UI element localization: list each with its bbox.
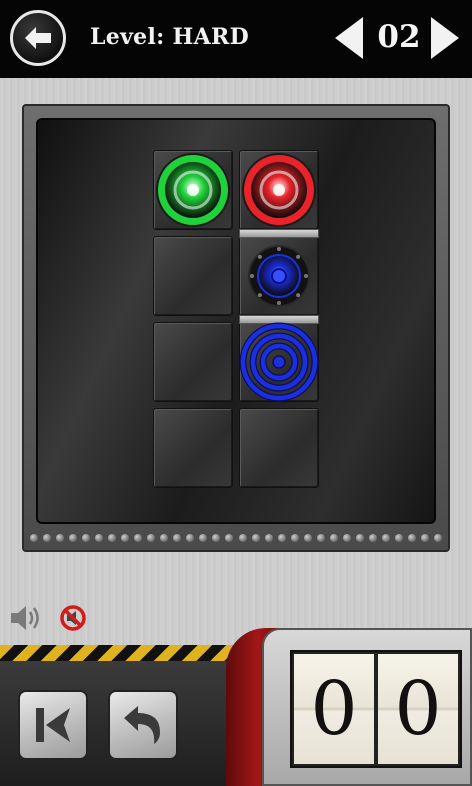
blue-ball-piece[interactable] (239, 236, 319, 316)
rivet (108, 534, 117, 542)
rivet (212, 534, 221, 542)
rivet (355, 534, 364, 542)
rivet (251, 534, 260, 542)
bottom-control-strip (0, 661, 240, 786)
rivet (160, 534, 169, 542)
rivet (381, 534, 390, 542)
glowing-ring-piece[interactable] (239, 150, 319, 230)
glowing-ring-piece[interactable] (153, 150, 233, 230)
rivet (433, 534, 442, 542)
counter-digit-ones: 0 (378, 654, 458, 764)
rivet (134, 534, 143, 542)
no-sound-icon[interactable] (58, 603, 88, 633)
rivet-strip (30, 532, 442, 544)
rivet (277, 534, 286, 542)
board-tile[interactable] (239, 408, 319, 488)
game-board (36, 118, 436, 524)
rivet (43, 534, 52, 542)
rivet (199, 534, 208, 542)
rivet (342, 534, 351, 542)
rivet (82, 534, 91, 542)
rivet (186, 534, 195, 542)
rivet (238, 534, 247, 542)
rivet (173, 534, 182, 542)
rivet (368, 534, 377, 542)
move-counter: 0 0 (262, 628, 472, 786)
rivet (420, 534, 429, 542)
rivet (303, 534, 312, 542)
hazard-stripe (0, 645, 240, 661)
restart-icon (36, 708, 70, 742)
level-label: Level: HARD (90, 24, 249, 50)
restart-button[interactable] (18, 690, 88, 760)
undo-button[interactable] (108, 690, 178, 760)
rivet (329, 534, 338, 542)
rivet (316, 534, 325, 542)
difficulty-label: HARD (172, 24, 249, 50)
rivet (264, 534, 273, 542)
rivet (147, 534, 156, 542)
counter-digit-tens: 0 (294, 654, 374, 764)
rivet (56, 534, 65, 542)
speaker-icon[interactable] (8, 603, 44, 633)
rivet (95, 534, 104, 542)
undo-icon (124, 706, 160, 744)
board-tile[interactable] (153, 322, 233, 402)
previous-level-icon[interactable] (333, 15, 365, 61)
back-arrow-icon (25, 27, 51, 49)
top-bar: Level: HARD 02 (0, 0, 472, 78)
board-tile[interactable] (153, 408, 233, 488)
counter-window: 0 0 (290, 650, 462, 768)
next-level-icon[interactable] (429, 15, 461, 61)
game-board-frame (22, 104, 450, 552)
rivet (394, 534, 403, 542)
board-tile[interactable] (153, 236, 233, 316)
rivet (69, 534, 78, 542)
rivet (407, 534, 416, 542)
rivet (30, 534, 38, 542)
rivet (290, 534, 299, 542)
level-number: 02 (377, 19, 421, 55)
back-button[interactable] (10, 10, 66, 66)
level-prefix: Level: (90, 24, 165, 50)
rivet (225, 534, 234, 542)
blue-target-piece[interactable] (239, 322, 319, 402)
rivet (121, 534, 130, 542)
